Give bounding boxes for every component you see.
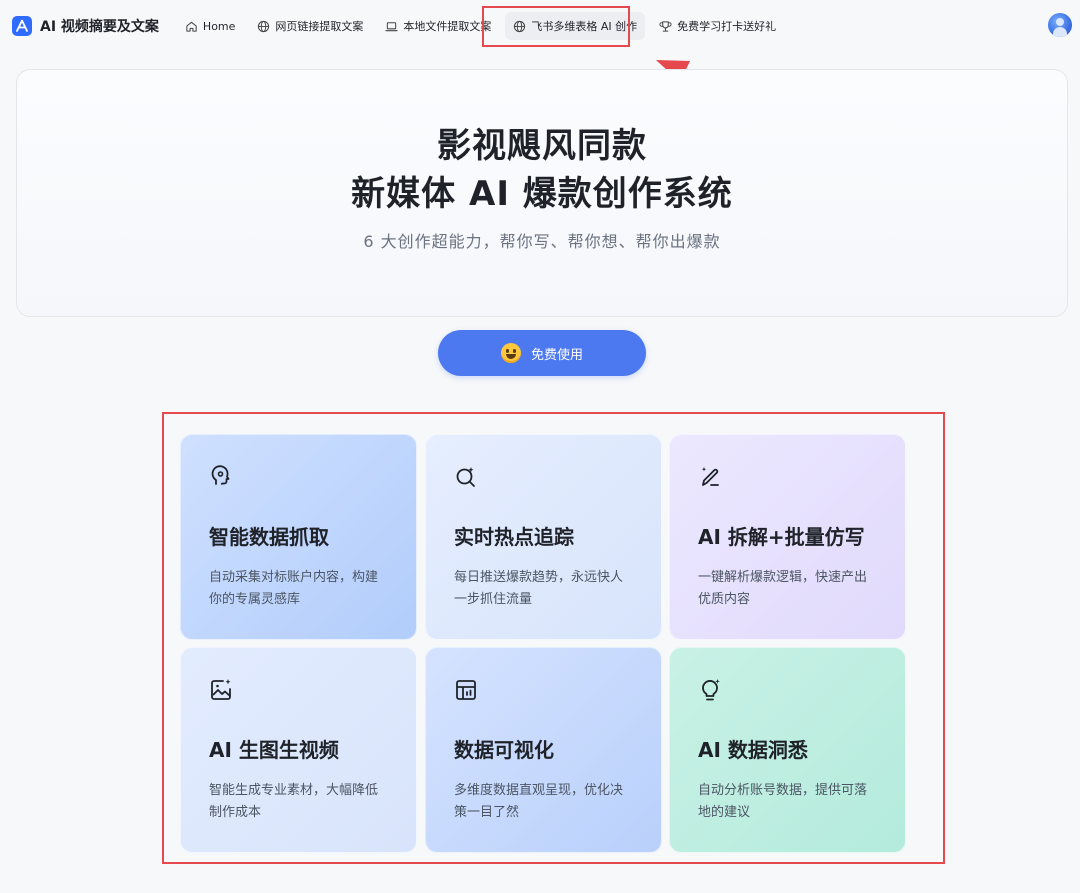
hero-subtitle: 6 大创作超能力，帮你写、帮你想、帮你出爆款	[363, 232, 721, 251]
brain-icon	[211, 465, 230, 485]
feature-desc: 自动分析账号数据，提供可落地的建议	[698, 783, 868, 820]
feature-title: AI 生图生视频	[209, 738, 339, 762]
globe-icon	[514, 20, 526, 32]
trophy-icon	[659, 20, 672, 32]
feature-desc: 一键解析爆款逻辑，快速产出优质内容	[698, 570, 868, 607]
app-title: AI 视频摘要及文案	[40, 19, 159, 35]
hero-panel: 影视飓风同款 新媒体 AI 爆款创作系统 6 大创作超能力，帮你写、帮你想、帮你…	[16, 69, 1068, 317]
search-sparkle-icon	[456, 467, 475, 487]
feature-card-ai-rewrite[interactable]: AI 拆解+批量仿写 一键解析爆款逻辑，快速产出优质内容	[669, 434, 906, 640]
feature-card-data-visualization[interactable]: 数据可视化 多维度数据直观呈现，优化决策一目了然	[425, 647, 662, 853]
nav-item-local-file-extract[interactable]: 本地文件提取文案	[377, 12, 499, 40]
nav-label: 网页链接提取文案	[275, 20, 364, 33]
feature-desc: 自动采集对标账户内容，构建你的专属灵感库	[209, 570, 379, 607]
nav-item-home[interactable]: Home	[177, 12, 243, 40]
smile-emoji-icon	[500, 343, 521, 363]
brand[interactable]: AI 视频摘要及文案	[12, 16, 159, 36]
nav-item-web-link-extract[interactable]: 网页链接提取文案	[249, 12, 371, 40]
hero-title-line1: 影视飓风同款	[437, 126, 647, 166]
app-logo-icon	[12, 16, 32, 36]
feature-desc: 多维度数据直观呈现，优化决策一目了然	[454, 783, 624, 820]
home-icon	[186, 21, 197, 32]
nav-item-free-learning[interactable]: 免费学习打卡送好礼	[651, 12, 784, 40]
feature-desc: 智能生成专业素材，大幅降低制作成本	[209, 783, 379, 820]
laptop-icon	[385, 21, 399, 31]
hero-title-line2: 新媒体 AI 爆款创作系统	[351, 174, 733, 214]
nav-label: Home	[202, 19, 236, 33]
nav-label: 免费学习打卡送好礼	[677, 20, 777, 33]
globe-icon	[258, 20, 270, 32]
image-sparkle-icon	[211, 679, 231, 700]
feature-card-hot-tracking[interactable]: 实时热点追踪 每日推送爆款趋势，永远快人一步抓住流量	[425, 434, 662, 640]
main-nav: Home 网页链接提取文案 本地文件提取文案 飞书多维表格 AI 创作 免费学习…	[177, 12, 784, 40]
magic-pen-icon	[701, 467, 719, 486]
feature-title: 数据可视化	[454, 738, 554, 762]
feature-title: AI 数据洞悉	[698, 738, 808, 762]
feature-card-data-scraping[interactable]: 智能数据抓取 自动采集对标账户内容，构建你的专属灵感库	[180, 434, 417, 640]
hero-title: 影视飓风同款 新媒体 AI 爆款创作系统	[17, 122, 1067, 218]
free-use-label: 免费使用	[530, 347, 583, 363]
nav-item-feishu-ai-create[interactable]: 飞书多维表格 AI 创作	[505, 12, 646, 40]
feature-card-ai-insight[interactable]: AI 数据洞悉 自动分析账号数据，提供可落地的建议	[669, 647, 906, 853]
feature-title: 智能数据抓取	[209, 525, 329, 549]
lightbulb-icon	[702, 679, 720, 701]
feature-desc: 每日推送爆款趋势，永远快人一步抓住流量	[454, 570, 624, 607]
nav-label: 飞书多维表格 AI 创作	[531, 20, 638, 33]
top-nav-bar: AI 视频摘要及文案 Home 网页链接提取文案 本地文件提取文案 飞书多维表格…	[0, 0, 1080, 52]
feature-card-ai-image-video[interactable]: AI 生图生视频 智能生成专业素材，大幅降低制作成本	[180, 647, 417, 853]
feature-title: 实时热点追踪	[454, 525, 574, 549]
nav-label: 本地文件提取文案	[403, 20, 492, 33]
user-avatar[interactable]	[1048, 13, 1072, 37]
free-use-button[interactable]: 免费使用	[438, 330, 646, 376]
feature-title: AI 拆解+批量仿写	[698, 525, 865, 549]
table-chart-icon	[456, 680, 476, 700]
